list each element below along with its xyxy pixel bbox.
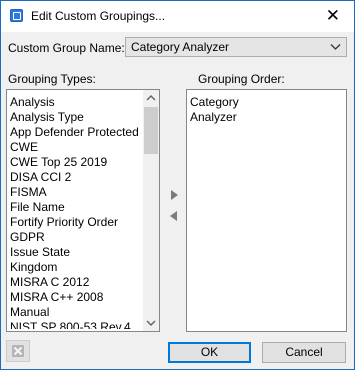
right-arrow-icon[interactable] xyxy=(167,188,181,202)
grouping-order-item[interactable]: Analyzer xyxy=(190,110,343,125)
grouping-type-item[interactable]: Kingdom xyxy=(10,260,142,275)
delete-button[interactable] xyxy=(6,340,30,362)
scroll-thumb[interactable] xyxy=(144,107,158,154)
grouping-order-item[interactable]: Category xyxy=(190,95,343,110)
grouping-type-item[interactable]: Issue State xyxy=(10,245,142,260)
cancel-button[interactable]: Cancel xyxy=(262,342,346,363)
grouping-type-item[interactable]: Manual xyxy=(10,305,142,320)
grouping-type-item[interactable]: App Defender Protected xyxy=(10,125,142,140)
chevron-down-icon xyxy=(330,44,341,50)
grouping-type-item[interactable]: NIST SP 800-53 Rev.4 xyxy=(10,320,142,329)
scroll-down-icon[interactable] xyxy=(143,314,159,331)
left-arrow-icon[interactable] xyxy=(167,209,181,223)
grouping-type-item[interactable]: File Name xyxy=(10,200,142,215)
scroll-up-icon[interactable] xyxy=(143,90,159,107)
grouping-type-item[interactable]: CWE xyxy=(10,140,142,155)
grouping-order-label: Grouping Order: xyxy=(198,72,285,86)
grouping-type-item[interactable]: MISRA C++ 2008 xyxy=(10,290,142,305)
grouping-types-scrollbar[interactable] xyxy=(143,90,159,331)
grouping-types-items: Analysis Analysis Type App Defender Protec… xyxy=(10,95,142,329)
grouping-type-item[interactable]: Analysis Type xyxy=(10,110,142,125)
grouping-order-list[interactable]: Category Analyzer xyxy=(186,89,347,332)
custom-group-name-value: Category Analyzer xyxy=(131,40,230,54)
app-icon xyxy=(10,9,23,22)
grouping-type-item[interactable]: MISRA C 2012 xyxy=(10,275,142,290)
grouping-type-item[interactable]: FISMA xyxy=(10,185,142,200)
grouping-type-item[interactable]: Analysis xyxy=(10,95,142,110)
grouping-type-item[interactable]: DISA CCI 2 xyxy=(10,170,142,185)
close-icon[interactable]: ✕ xyxy=(326,6,340,26)
grouping-types-list[interactable]: Analysis Analysis Type App Defender Protec… xyxy=(6,89,160,332)
delete-icon xyxy=(12,345,24,357)
grouping-type-item[interactable]: GDPR xyxy=(10,230,142,245)
ok-button[interactable]: OK xyxy=(168,342,251,363)
title-bar[interactable]: Edit Custom Groupings... ✕ xyxy=(1,1,354,32)
grouping-type-item[interactable]: CWE Top 25 2019 xyxy=(10,155,142,170)
grouping-type-item[interactable]: Fortify Priority Order xyxy=(10,215,142,230)
custom-group-name-combobox[interactable]: Category Analyzer xyxy=(125,37,347,57)
window-title: Edit Custom Groupings... xyxy=(31,9,166,23)
custom-group-name-label: Custom Group Name: xyxy=(8,41,125,55)
grouping-order-items: Category Analyzer xyxy=(190,95,343,125)
grouping-types-label: Grouping Types: xyxy=(8,72,96,86)
